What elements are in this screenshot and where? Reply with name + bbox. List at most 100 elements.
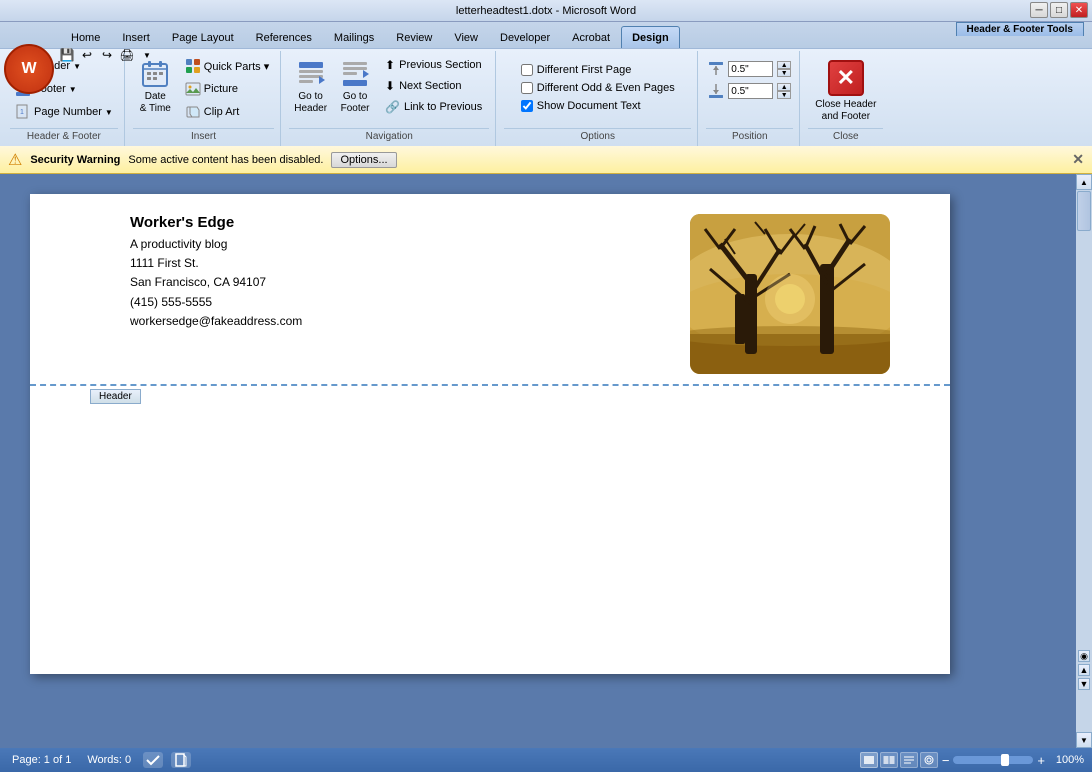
different-odd-even-checkbox[interactable]: Different Odd & Even Pages <box>517 81 679 95</box>
tab-review[interactable]: Review <box>385 26 443 48</box>
document-body[interactable] <box>30 386 950 666</box>
diff-first-checkbox[interactable] <box>521 64 533 76</box>
quick-parts-button[interactable]: Quick Parts ▾ <box>180 55 274 77</box>
position-fields: ▲ ▼ ▲ ▼ <box>708 55 791 99</box>
close-hf-label: Close Headerand Footer <box>815 99 876 123</box>
title-bar: letterheadtest1.dotx - Microsoft Word ─ … <box>0 0 1092 22</box>
position-group-label: Position <box>706 128 793 144</box>
next-section-button[interactable]: ⬇ Next Section <box>378 76 489 96</box>
expand-btn[interactable]: ◉ <box>1078 650 1090 662</box>
picture-label: Picture <box>204 83 238 95</box>
reading-view-btn[interactable] <box>880 752 898 768</box>
undo-quick-btn[interactable]: ↩ <box>78 46 96 64</box>
group-insert: Date & Time Quick Parts ▾ <box>127 51 281 146</box>
phone: (415) 555-5555 <box>130 293 670 312</box>
zoom-level: 100% <box>1049 754 1084 766</box>
hf-tools-area: Header & Footer Tools <box>956 22 1085 36</box>
footer-bottom-up[interactable]: ▲ <box>777 83 791 91</box>
link-to-previous-label: Link to Previous <box>404 101 482 113</box>
security-options-button[interactable]: Options... <box>331 152 396 168</box>
qa-dropdown[interactable]: ▼ <box>138 46 156 64</box>
ribbon-tabs: Home Insert Page Layout References Maili… <box>0 22 1092 48</box>
different-first-page-checkbox[interactable]: Different First Page <box>517 63 679 77</box>
header-top-input[interactable] <box>728 61 773 77</box>
tab-mailings[interactable]: Mailings <box>323 26 385 48</box>
security-warning-bar: ⚠ Security Warning Some active content h… <box>0 146 1092 174</box>
tab-home[interactable]: Home <box>60 26 111 48</box>
outline-view-btn[interactable] <box>920 752 938 768</box>
page-num-dropdown-icon: ▼ <box>105 108 113 117</box>
picture-icon <box>185 81 201 97</box>
zoom-thumb <box>1001 754 1009 766</box>
show-doc-text-label: Show Document Text <box>537 100 641 112</box>
go-to-footer-icon <box>339 58 371 90</box>
security-close-button[interactable]: ✕ <box>1072 151 1084 168</box>
document-scroll-area[interactable]: Worker's Edge A productivity blog 1111 F… <box>0 174 1092 748</box>
tab-view[interactable]: View <box>443 26 489 48</box>
zoom-plus[interactable]: + <box>1037 753 1045 768</box>
header-tab-label: Header <box>90 389 141 404</box>
footer-bottom-down[interactable]: ▼ <box>777 91 791 99</box>
statusbar-right: − + 100% <box>860 752 1084 768</box>
web-view-btn[interactable] <box>900 752 918 768</box>
print-quick-btn[interactable]: 🖨 <box>118 46 136 64</box>
tab-insert[interactable]: Insert <box>111 26 161 48</box>
tab-developer[interactable]: Developer <box>489 26 561 48</box>
tab-references[interactable]: References <box>245 26 323 48</box>
document-header-area: Worker's Edge A productivity blog 1111 F… <box>30 194 950 386</box>
close-header-footer-button[interactable]: ✕ Close Headerand Footer <box>808 55 883 128</box>
previous-section-button[interactable]: ⬆ Previous Section <box>378 55 489 75</box>
show-doc-text-input[interactable] <box>521 100 533 112</box>
document-page: Worker's Edge A productivity blog 1111 F… <box>30 194 950 674</box>
clip-art-label: Clip Art <box>204 106 239 118</box>
footer-dropdown-icon: ▼ <box>69 85 77 94</box>
clip-art-button[interactable]: Clip Art <box>180 101 274 123</box>
group-options: Different First Page Different Odd & Eve… <box>498 51 698 146</box>
diff-odd-even-checkbox[interactable] <box>521 82 533 94</box>
group-close-inner: ✕ Close Headerand Footer <box>808 53 883 128</box>
go-to-footer-button[interactable]: Go toFooter <box>334 55 376 118</box>
go-to-header-button[interactable]: Go toHeader <box>289 55 332 118</box>
normal-view-btn[interactable] <box>860 752 878 768</box>
scroll-thumb[interactable] <box>1077 191 1091 231</box>
redo-quick-btn[interactable]: ↪ <box>98 46 116 64</box>
zoom-slider[interactable] <box>953 756 1033 764</box>
show-doc-text-checkbox[interactable]: Show Document Text <box>517 99 679 113</box>
link-to-previous-button[interactable]: 🔗 Link to Previous <box>378 97 489 117</box>
scroll-up-button[interactable]: ▲ <box>1076 174 1092 190</box>
group-navigation: Go toHeader Go toFooter ⬆ Previous Secti… <box>283 51 496 146</box>
next-page-btn[interactable]: ▼ <box>1078 678 1090 690</box>
save-quick-btn[interactable]: 💾 <box>58 46 76 64</box>
clip-art-icon <box>185 104 201 120</box>
footer-bottom-spinner: ▲ ▼ <box>777 83 791 99</box>
page-number-button[interactable]: 1 Page Number ▼ <box>10 101 118 123</box>
quick-parts-label: Quick Parts ▾ <box>204 60 269 73</box>
zoom-minus[interactable]: − <box>942 753 950 768</box>
window-controls: ─ □ ✕ <box>1030 2 1088 18</box>
email: workersedge@fakeaddress.com <box>130 312 670 331</box>
group-options-inner: Different First Page Different Odd & Eve… <box>517 53 679 128</box>
tab-acrobat[interactable]: Acrobat <box>561 26 621 48</box>
header-top-down[interactable]: ▼ <box>777 69 791 77</box>
next-section-icon: ⬇ <box>385 79 395 93</box>
scroll-down-button[interactable]: ▼ <box>1076 732 1092 748</box>
header-top-up[interactable]: ▲ <box>777 61 791 69</box>
date-time-button[interactable]: Date & Time <box>133 55 178 118</box>
svg-text:1: 1 <box>20 109 24 116</box>
tab-design[interactable]: Design <box>621 26 680 48</box>
proofing-icon[interactable] <box>143 752 163 768</box>
picture-button[interactable]: Picture <box>180 78 274 100</box>
page-number-label: Page Number <box>34 106 102 118</box>
close-window-button[interactable]: ✕ <box>1070 2 1088 18</box>
security-warning-message: Some active content has been disabled. <box>128 154 323 166</box>
tab-page-layout[interactable]: Page Layout <box>161 26 245 48</box>
maximize-button[interactable]: □ <box>1050 2 1068 18</box>
minimize-button[interactable]: ─ <box>1030 2 1048 18</box>
office-button[interactable]: W <box>4 44 54 94</box>
close-group-label: Close <box>808 128 883 144</box>
prev-page-btn[interactable]: ▲ <box>1078 664 1090 676</box>
hf-group-label: Header & Footer <box>10 128 118 144</box>
document-container: Worker's Edge A productivity blog 1111 F… <box>0 174 1092 748</box>
document-icon[interactable] <box>171 752 191 768</box>
footer-bottom-input[interactable] <box>728 83 773 99</box>
